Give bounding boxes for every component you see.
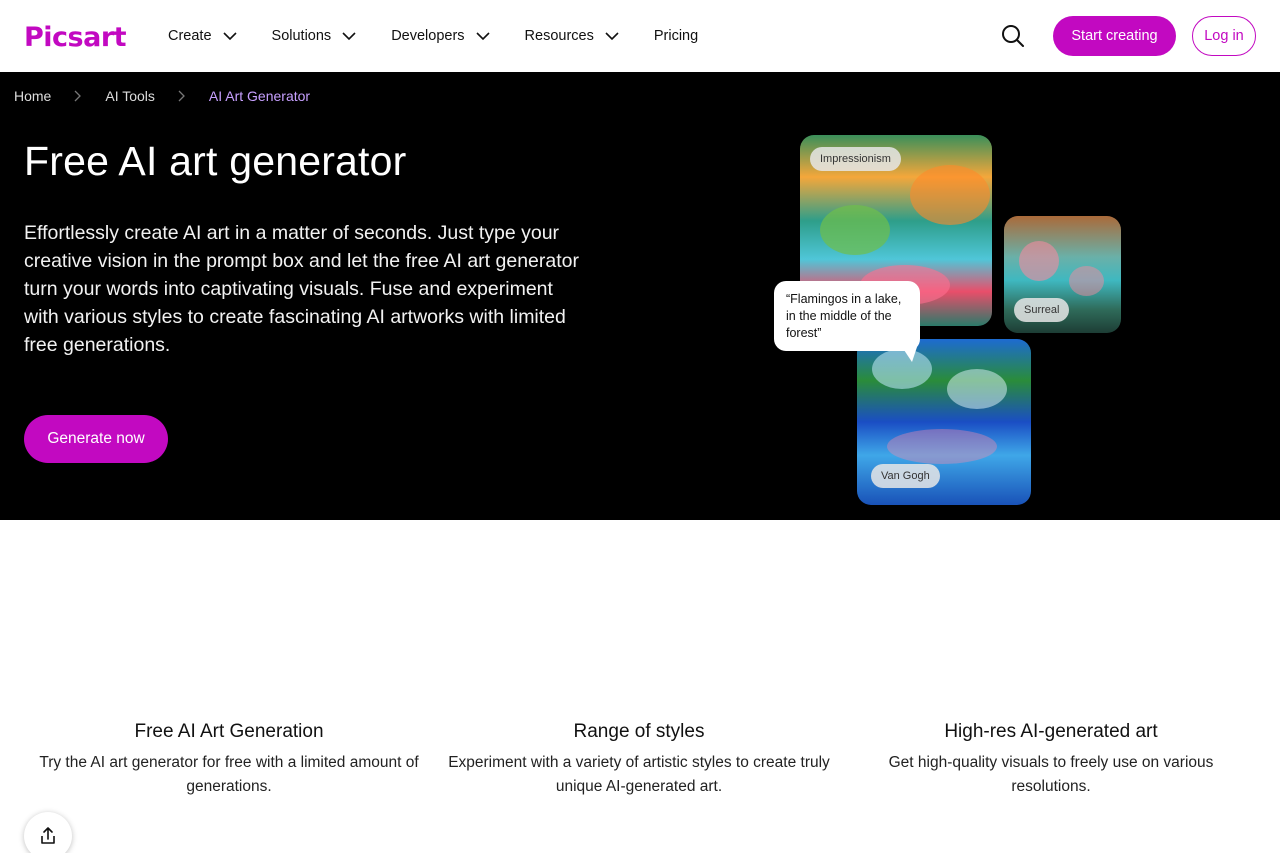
feature-range-of-styles: Range of styles Experiment with a variet… <box>440 721 838 799</box>
prompt-bubble: “Flamingos in a lake, in the middle of t… <box>774 281 920 351</box>
hero-section: Home AI Tools AI Art Generator Free AI a… <box>0 72 1280 520</box>
feature-title: High-res AI-generated art <box>944 721 1158 742</box>
breadcrumb-current: AI Art Generator <box>208 88 311 104</box>
surreal-tag: Surreal <box>1014 298 1070 322</box>
impressionism-tag: Impressionism <box>810 147 901 171</box>
nav-resources-label: Resources <box>524 28 594 44</box>
nav-developers-label: Developers <box>391 28 465 44</box>
feature-description: Experiment with a variety of artistic st… <box>448 754 830 795</box>
breadcrumb-home[interactable]: Home <box>14 88 51 104</box>
nav-developers[interactable]: Developers <box>391 28 490 44</box>
feature-description: Get high-quality visuals to freely use o… <box>888 754 1214 795</box>
main-nav: Create Solutions Developers Resources Pr… <box>168 0 698 72</box>
prompt-bubble-tail <box>900 344 918 362</box>
chevron-right-icon <box>178 90 185 102</box>
top-header: Picsart Create Solutions Developers Reso… <box>0 0 1280 72</box>
share-button[interactable] <box>24 812 72 853</box>
nav-solutions-label: Solutions <box>271 28 332 44</box>
nav-create-label: Create <box>168 28 212 44</box>
page-title: Free AI art generator <box>24 138 407 184</box>
feature-high-res: High-res AI-generated art Get high-quali… <box>850 721 1252 799</box>
chevron-right-icon <box>74 90 82 102</box>
feature-free-generation: Free AI Art Generation Try the AI art ge… <box>26 721 432 799</box>
nav-pricing-label: Pricing <box>653 28 699 44</box>
start-creating-button[interactable]: Start creating <box>1053 16 1176 56</box>
nav-create[interactable]: Create <box>168 28 238 44</box>
features-section: Free AI Art Generation Try the AI art ge… <box>0 520 1280 853</box>
feature-title: Range of styles <box>573 721 705 742</box>
share-icon <box>41 827 55 844</box>
search-icon[interactable] <box>1000 23 1026 49</box>
chevron-down-icon <box>605 32 619 41</box>
feature-description: Try the AI art generator for free with a… <box>39 754 419 795</box>
breadcrumb: Home AI Tools AI Art Generator <box>14 88 310 104</box>
chevron-down-icon <box>222 32 237 41</box>
hero-description: Effortlessly create AI art in a matter o… <box>24 222 579 356</box>
van-gogh-artwork: Van Gogh <box>857 339 1031 505</box>
breadcrumb-ai-tools[interactable]: AI Tools <box>105 88 155 104</box>
surreal-artwork: Surreal <box>1004 216 1121 333</box>
nav-pricing[interactable]: Pricing <box>654 28 698 44</box>
chevron-down-icon <box>475 32 490 41</box>
picsart-logo[interactable]: Picsart <box>24 22 127 53</box>
login-button[interactable]: Log in <box>1192 16 1256 56</box>
feature-title: Free AI Art Generation <box>134 721 324 742</box>
chevron-down-icon <box>342 32 356 41</box>
nav-solutions[interactable]: Solutions <box>272 28 358 44</box>
generate-now-button[interactable]: Generate now <box>24 415 168 463</box>
van-gogh-tag: Van Gogh <box>871 464 940 488</box>
nav-resources[interactable]: Resources <box>525 28 620 44</box>
